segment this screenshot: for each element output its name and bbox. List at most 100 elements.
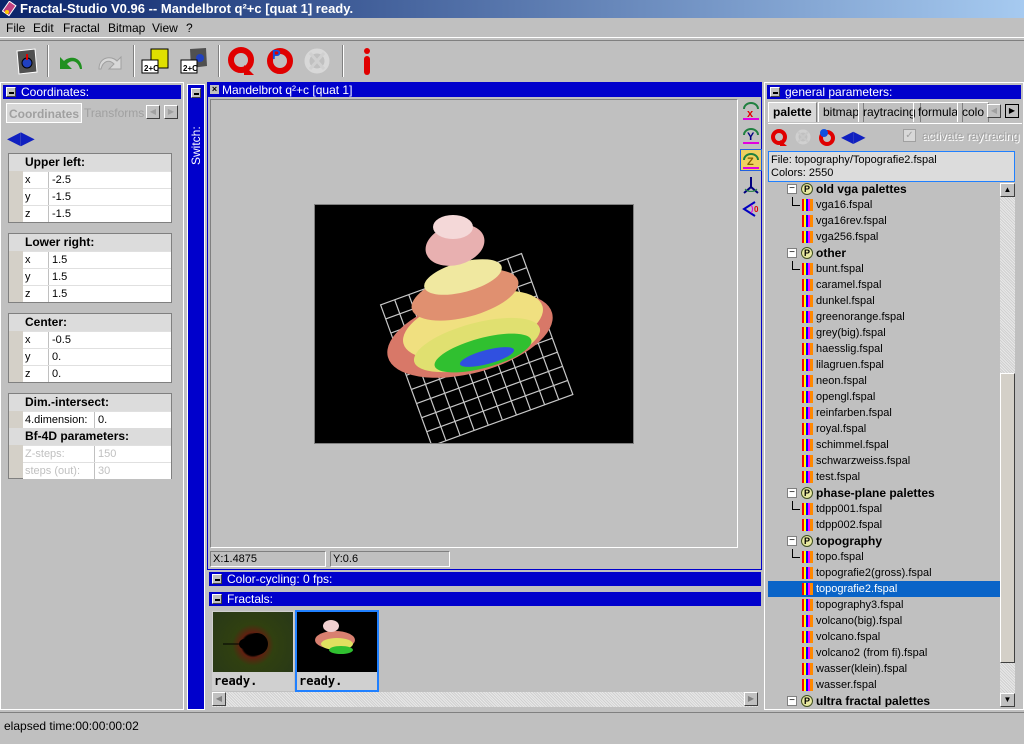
fractal-render[interactable]	[314, 204, 634, 444]
palette-tree-scrollbar[interactable]: ▲ ▼	[1000, 183, 1015, 707]
collapse-toggle[interactable]: −	[787, 536, 797, 546]
redo-button[interactable]	[93, 44, 127, 80]
fractal-thumbnail-selected[interactable]: ready.	[295, 610, 379, 692]
tree-palette-file[interactable]: topography3.fspal	[768, 597, 1000, 613]
center-y-field[interactable]: 0.	[49, 349, 171, 365]
angle-icon[interactable]: 0	[741, 199, 761, 222]
menu-view[interactable]: View	[152, 21, 178, 35]
palette-stop-icon[interactable]	[793, 127, 813, 150]
tab-scroll-right[interactable]: ▶	[1005, 104, 1019, 118]
tab-transforms[interactable]: Transforms	[84, 103, 144, 123]
menu-file[interactable]: File	[6, 21, 25, 35]
rotate-y-icon[interactable]: Y	[741, 125, 761, 148]
tree-palette-file[interactable]: topo.fspal	[768, 549, 1000, 565]
center-x-field[interactable]: -0.5	[49, 332, 171, 348]
tree-palette-file[interactable]: schimmel.fspal	[768, 437, 1000, 453]
tree-palette-file[interactable]: wasser(klein).fspal	[768, 661, 1000, 677]
scroll-down-button[interactable]: ▼	[1000, 693, 1015, 707]
tree-palette-file[interactable]: dunkel.fspal	[768, 293, 1000, 309]
lower-right-x-field[interactable]: 1.5	[49, 252, 171, 268]
color-cycling-header[interactable]: Color-cycling: 0 fps:	[209, 572, 761, 586]
collapse-toggle[interactable]: −	[787, 248, 797, 258]
load-formula-button[interactable]: 2+C	[177, 44, 211, 80]
tab-raytracing[interactable]: raytracing	[858, 102, 921, 122]
menu-bitmap[interactable]: Bitmap	[108, 21, 145, 35]
stop-button[interactable]	[300, 44, 334, 80]
recalculate-button[interactable]	[224, 44, 258, 80]
recalculate-p-button[interactable]: P	[263, 44, 297, 80]
scroll-right-button[interactable]: ▶	[744, 692, 758, 706]
tree-palette-file-selected[interactable]: topografie2.fspal	[768, 581, 1000, 597]
palette-recalculate-icon[interactable]	[769, 127, 789, 150]
upper-left-y-field[interactable]: -1.5	[49, 189, 171, 205]
tree-palette-file[interactable]: volcano2 (from fi).fspal	[768, 645, 1000, 661]
minimize-button[interactable]	[6, 87, 16, 97]
rotate-z-icon[interactable]: Z	[740, 149, 762, 171]
tree-palette-file[interactable]: bunt.fspal	[768, 261, 1000, 277]
tree-palette-file[interactable]: volcano.fspal	[768, 629, 1000, 645]
tree-palette-file[interactable]: lilagruen.fspal	[768, 357, 1000, 373]
palette-recalculate-p-icon[interactable]	[817, 127, 837, 150]
menu-help[interactable]: ?	[186, 21, 193, 35]
tree-folder[interactable]: − Pultra fractal palettes	[768, 693, 1000, 707]
tree-folder[interactable]: − Ptopography	[768, 533, 1000, 549]
general-parameters-minimize-button[interactable]	[770, 87, 780, 97]
steps-out-field[interactable]: 30	[95, 463, 171, 479]
tree-palette-file[interactable]: caramel.fspal	[768, 277, 1000, 293]
fractals-horizontal-scrollbar[interactable]: ◀ ▶	[212, 692, 758, 707]
lower-right-z-field[interactable]: 1.5	[49, 286, 171, 302]
undo-button[interactable]	[54, 44, 88, 80]
info-button[interactable]	[350, 44, 384, 80]
tree-folder[interactable]: − Pother	[768, 245, 1000, 261]
tree-palette-file[interactable]: opengl.fspal	[768, 389, 1000, 405]
tree-palette-file[interactable]: topografie2(gross).fspal	[768, 565, 1000, 581]
tab-coordinates[interactable]: Coordinates	[6, 103, 82, 123]
tree-palette-file[interactable]: haesslig.fspal	[768, 341, 1000, 357]
open-fractal-button[interactable]	[9, 44, 43, 80]
scroll-up-button[interactable]: ▲	[1000, 183, 1015, 197]
color-cycling-minimize-button[interactable]	[212, 574, 222, 584]
fractal-canvas-area[interactable]	[210, 99, 738, 548]
tab-color[interactable]: colo	[957, 102, 990, 122]
tree-palette-file[interactable]: grey(big).fspal	[768, 325, 1000, 341]
fourth-dimension-field[interactable]: 0.	[95, 412, 171, 428]
lower-right-y-field[interactable]: 1.5	[49, 269, 171, 285]
switch-bar[interactable]: Switch:	[187, 84, 205, 710]
upper-left-z-field[interactable]: -1.5	[49, 206, 171, 222]
fractal-thumbnail[interactable]: ready.	[212, 611, 294, 691]
upper-left-x-field[interactable]: -2.5	[49, 172, 171, 188]
activate-raytracing-checkbox[interactable]: ✓	[903, 129, 916, 142]
menu-edit[interactable]: Edit	[33, 21, 54, 35]
collapse-toggle[interactable]: −	[787, 488, 797, 498]
menu-fractal[interactable]: Fractal	[63, 21, 100, 35]
tree-palette-file[interactable]: vga256.fspal	[768, 229, 1000, 245]
tree-palette-file[interactable]: wasser.fspal	[768, 677, 1000, 693]
tree-palette-file[interactable]: volcano(big).fspal	[768, 613, 1000, 629]
zsteps-field[interactable]: 150	[95, 446, 171, 462]
tree-palette-file[interactable]: tdpp002.fspal	[768, 517, 1000, 533]
switch-minimize-button[interactable]	[191, 88, 201, 98]
tree-palette-file[interactable]: greenorange.fspal	[768, 309, 1000, 325]
center-z-field[interactable]: 0.	[49, 366, 171, 382]
close-icon[interactable]: ×	[210, 85, 219, 94]
tab-formula[interactable]: formula	[913, 102, 964, 122]
tree-palette-file[interactable]: neon.fspal	[768, 373, 1000, 389]
tree-palette-file[interactable]: tdpp001.fspal	[768, 501, 1000, 517]
tree-palette-file[interactable]: royal.fspal	[768, 421, 1000, 437]
save-formula-button[interactable]: 2+C	[138, 44, 172, 80]
tree-folder[interactable]: − Pphase-plane palettes	[768, 485, 1000, 501]
fractals-minimize-button[interactable]	[212, 594, 222, 604]
scroll-left-button[interactable]: ◀	[212, 692, 226, 706]
tree-palette-file[interactable]: schwarzweiss.fspal	[768, 453, 1000, 469]
swap-icon[interactable]: ◀▶	[7, 129, 35, 147]
axes-icon[interactable]	[741, 175, 761, 198]
tab-scroll-left[interactable]: ◀	[146, 105, 160, 119]
tree-palette-file[interactable]: test.fspal	[768, 469, 1000, 485]
tree-folder[interactable]: − Pold vga palettes	[768, 181, 1000, 197]
scroll-thumb[interactable]	[1000, 373, 1015, 663]
rotate-x-icon[interactable]: x	[741, 101, 761, 124]
tab-palette[interactable]: palette	[768, 102, 817, 122]
tab-scroll-left[interactable]: ◀	[987, 104, 1001, 118]
collapse-toggle[interactable]: −	[787, 184, 797, 194]
tree-palette-file[interactable]: vga16rev.fspal	[768, 213, 1000, 229]
